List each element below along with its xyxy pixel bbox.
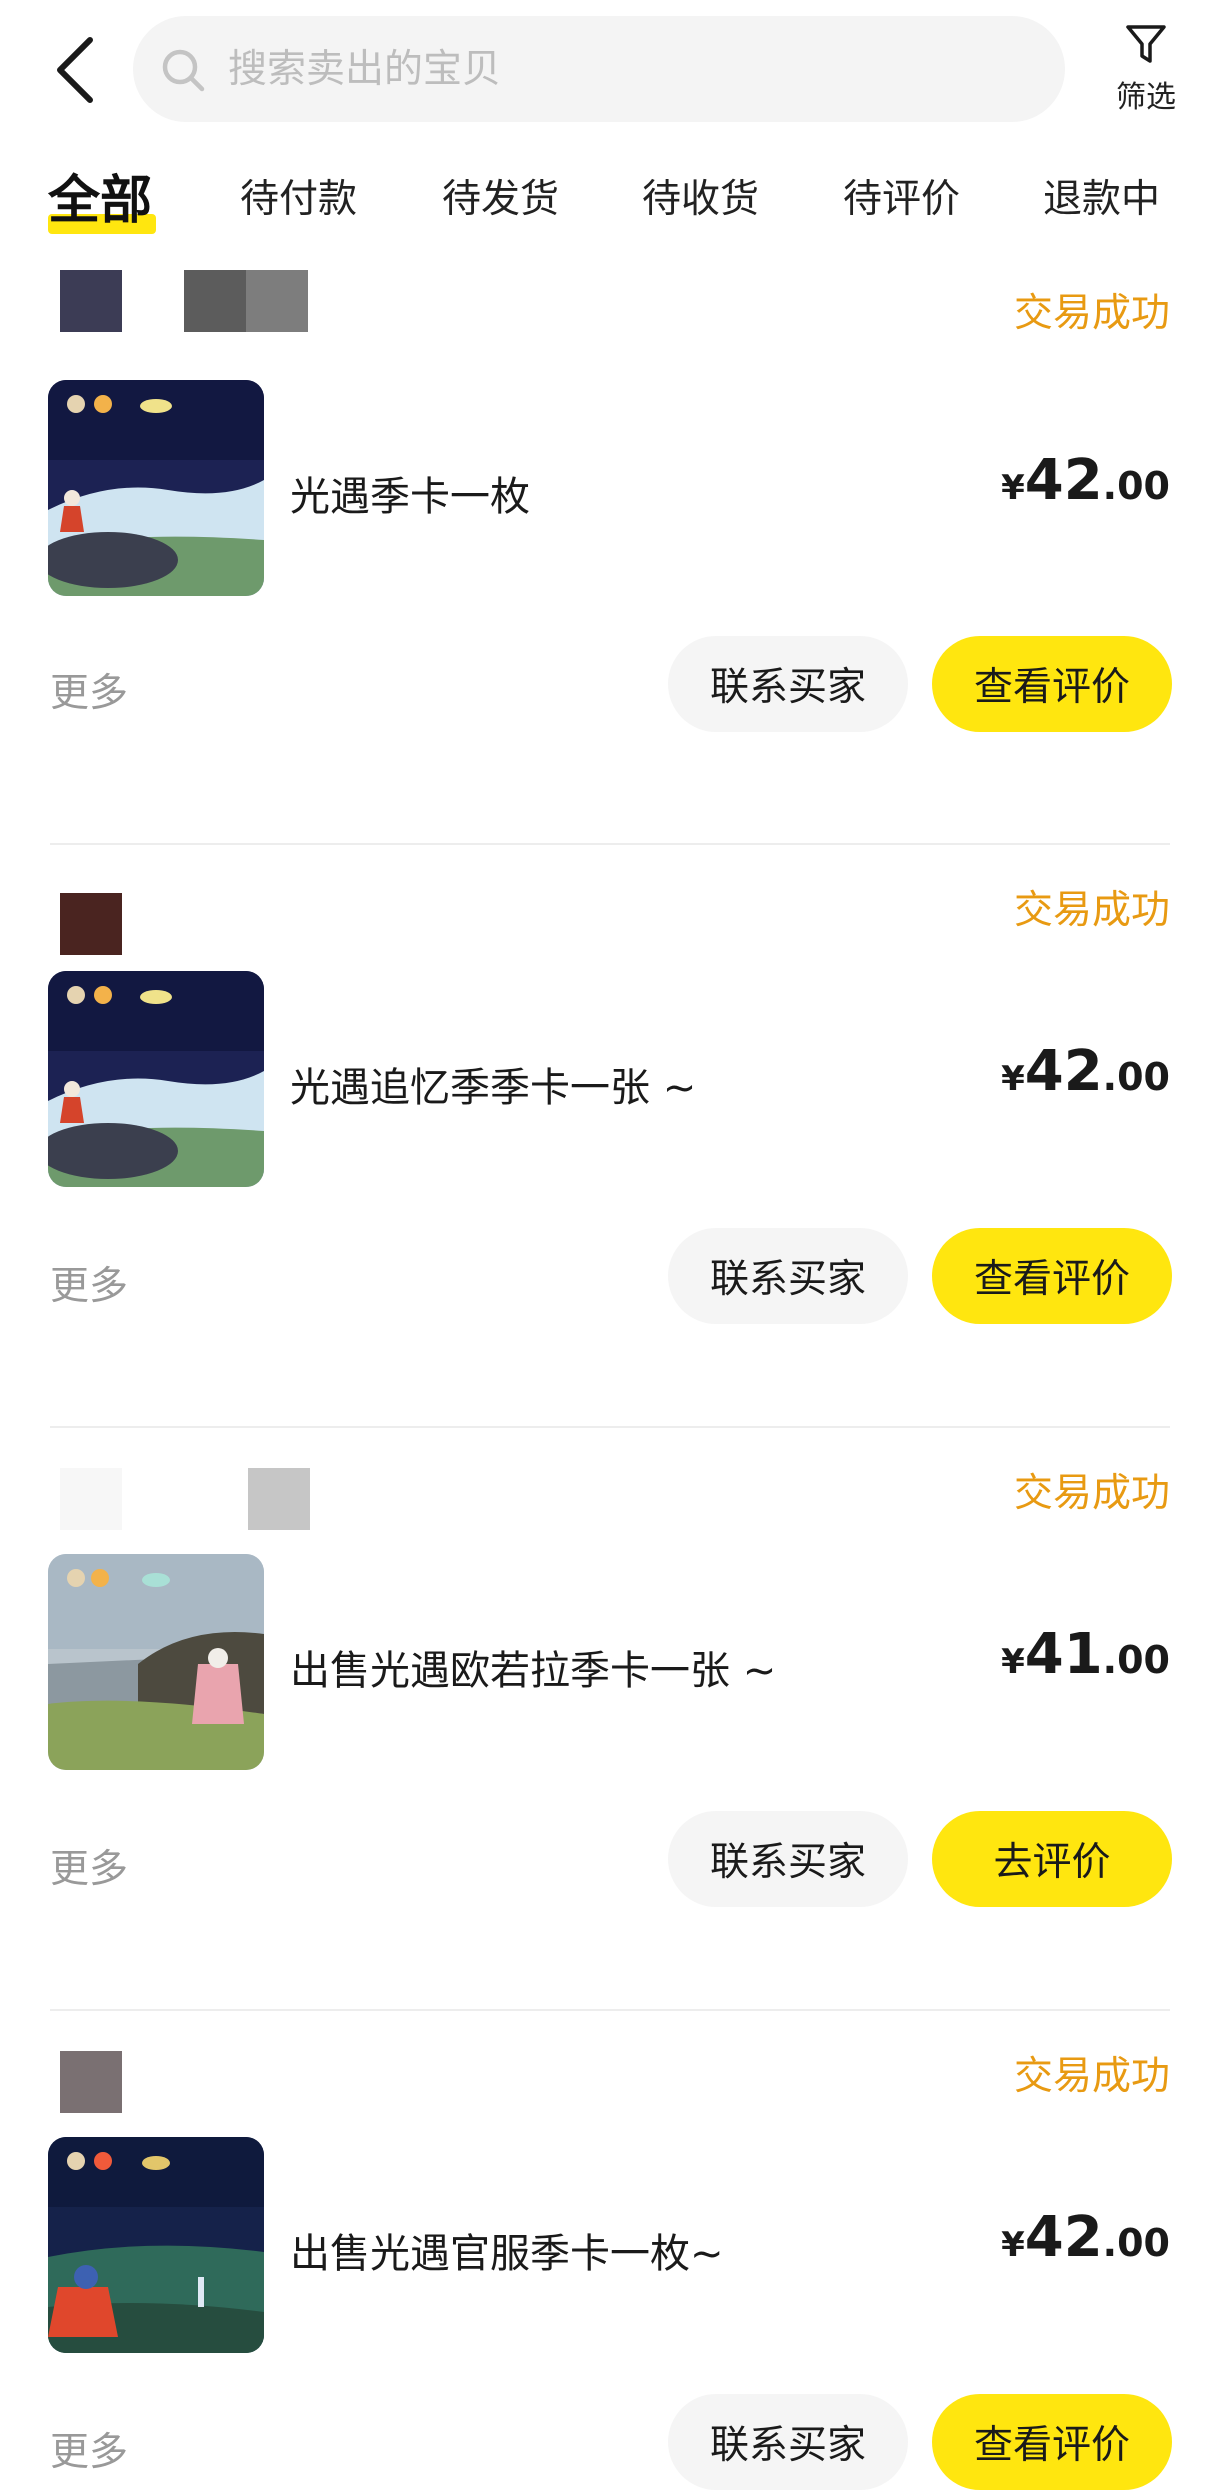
order-tabs: 全部 待付款 待发货 待收货 待评价 退款中	[0, 150, 1220, 250]
item-title[interactable]: 光遇追忆季季卡一张 ~	[290, 1055, 696, 1113]
tab-refunding[interactable]: 退款中	[1043, 168, 1160, 224]
item-price: ¥42.00	[1001, 448, 1170, 513]
avatar	[60, 1468, 122, 1530]
more-link[interactable]: 更多	[50, 1255, 128, 1311]
price-integer: 42	[1024, 1039, 1103, 1104]
buyer-info[interactable]	[50, 2011, 350, 2113]
order-status: 交易成功	[1013, 1471, 1170, 1516]
item-image	[48, 380, 264, 596]
tab-all[interactable]: 全部	[48, 158, 152, 233]
item-price: ¥42.00	[1001, 2205, 1170, 2270]
filter-label: 筛选	[1116, 80, 1176, 115]
order-status: 交易成功	[1013, 291, 1170, 336]
item-image	[48, 2137, 264, 2353]
back-button[interactable]	[46, 30, 110, 110]
chevron-left-icon	[57, 37, 93, 103]
buyer-info[interactable]	[50, 1428, 350, 1530]
order-card: 交易成功 出售光遇欧若拉季卡一张 ~ ¥41.00 更多 联系买家 去评价	[0, 1428, 1220, 2011]
item-title[interactable]: 出售光遇官服季卡一枚~	[290, 2221, 724, 2279]
order-card: 交易成功 出售光遇官服季卡一枚~ ¥42.00 更多 联系买家 查看评价	[0, 2011, 1220, 2490]
avatar	[60, 893, 122, 955]
contact-buyer-button[interactable]: 联系买家	[668, 1228, 908, 1324]
tab-pending-shipment[interactable]: 待发货	[442, 168, 559, 224]
search-input[interactable]	[228, 16, 1028, 122]
order-status: 交易成功	[1013, 2054, 1170, 2099]
price-currency: ¥	[1001, 1059, 1025, 1099]
more-link[interactable]: 更多	[50, 2421, 128, 2477]
order-card: 交易成功 光遇季卡一枚 ¥42.00 更多 联系买家 查看评价	[0, 262, 1220, 845]
contact-buyer-button[interactable]: 联系买家	[668, 636, 908, 732]
tab-pending-payment[interactable]: 待付款	[240, 168, 357, 224]
price-integer: 42	[1024, 448, 1103, 513]
price-decimal: .00	[1102, 2221, 1170, 2265]
tab-pending-review[interactable]: 待评价	[843, 168, 960, 224]
item-image	[48, 1554, 264, 1770]
avatar	[60, 2051, 122, 2113]
more-link[interactable]: 更多	[50, 1838, 128, 1894]
tab-pending-receipt[interactable]: 待收货	[642, 168, 759, 224]
price-integer: 41	[1024, 1622, 1103, 1687]
item-thumbnail[interactable]	[48, 380, 264, 596]
item-thumbnail[interactable]	[48, 1554, 264, 1770]
item-image	[48, 971, 264, 1187]
price-decimal: .00	[1102, 1638, 1170, 1682]
price-currency: ¥	[1001, 468, 1025, 508]
price-currency: ¥	[1001, 1642, 1025, 1682]
view-review-button[interactable]: 查看评价	[932, 2394, 1172, 2490]
item-title[interactable]: 光遇季卡一枚	[290, 464, 530, 522]
avatar	[60, 270, 122, 332]
top-bar: 筛选	[0, 0, 1220, 140]
buyer-nickname	[184, 270, 308, 332]
buyer-nickname	[248, 1468, 310, 1530]
price-decimal: .00	[1102, 464, 1170, 508]
view-review-button[interactable]: 查看评价	[932, 636, 1172, 732]
item-thumbnail[interactable]	[48, 2137, 264, 2353]
order-status: 交易成功	[1013, 888, 1170, 933]
filter-funnel-icon	[1126, 25, 1166, 63]
buyer-info[interactable]	[50, 262, 350, 342]
item-price: ¥42.00	[1001, 1039, 1170, 1104]
search-bar[interactable]	[133, 16, 1065, 122]
contact-buyer-button[interactable]: 联系买家	[668, 1811, 908, 1907]
price-decimal: .00	[1102, 1055, 1170, 1099]
write-review-button[interactable]: 去评价	[932, 1811, 1172, 1907]
search-icon	[162, 49, 205, 92]
price-currency: ¥	[1001, 2225, 1025, 2265]
item-price: ¥41.00	[1001, 1622, 1170, 1687]
buyer-info[interactable]	[50, 845, 350, 955]
more-link[interactable]: 更多	[50, 662, 128, 718]
view-review-button[interactable]: 查看评价	[932, 1228, 1172, 1324]
order-card: 交易成功 光遇追忆季季卡一张 ~ ¥42.00 更多 联系买家 查看评价	[0, 845, 1220, 1428]
item-thumbnail[interactable]	[48, 971, 264, 1187]
contact-buyer-button[interactable]: 联系买家	[668, 2394, 908, 2490]
price-integer: 42	[1024, 2205, 1103, 2270]
filter-button[interactable]: 筛选	[1098, 18, 1194, 126]
item-title[interactable]: 出售光遇欧若拉季卡一张 ~	[290, 1638, 776, 1696]
